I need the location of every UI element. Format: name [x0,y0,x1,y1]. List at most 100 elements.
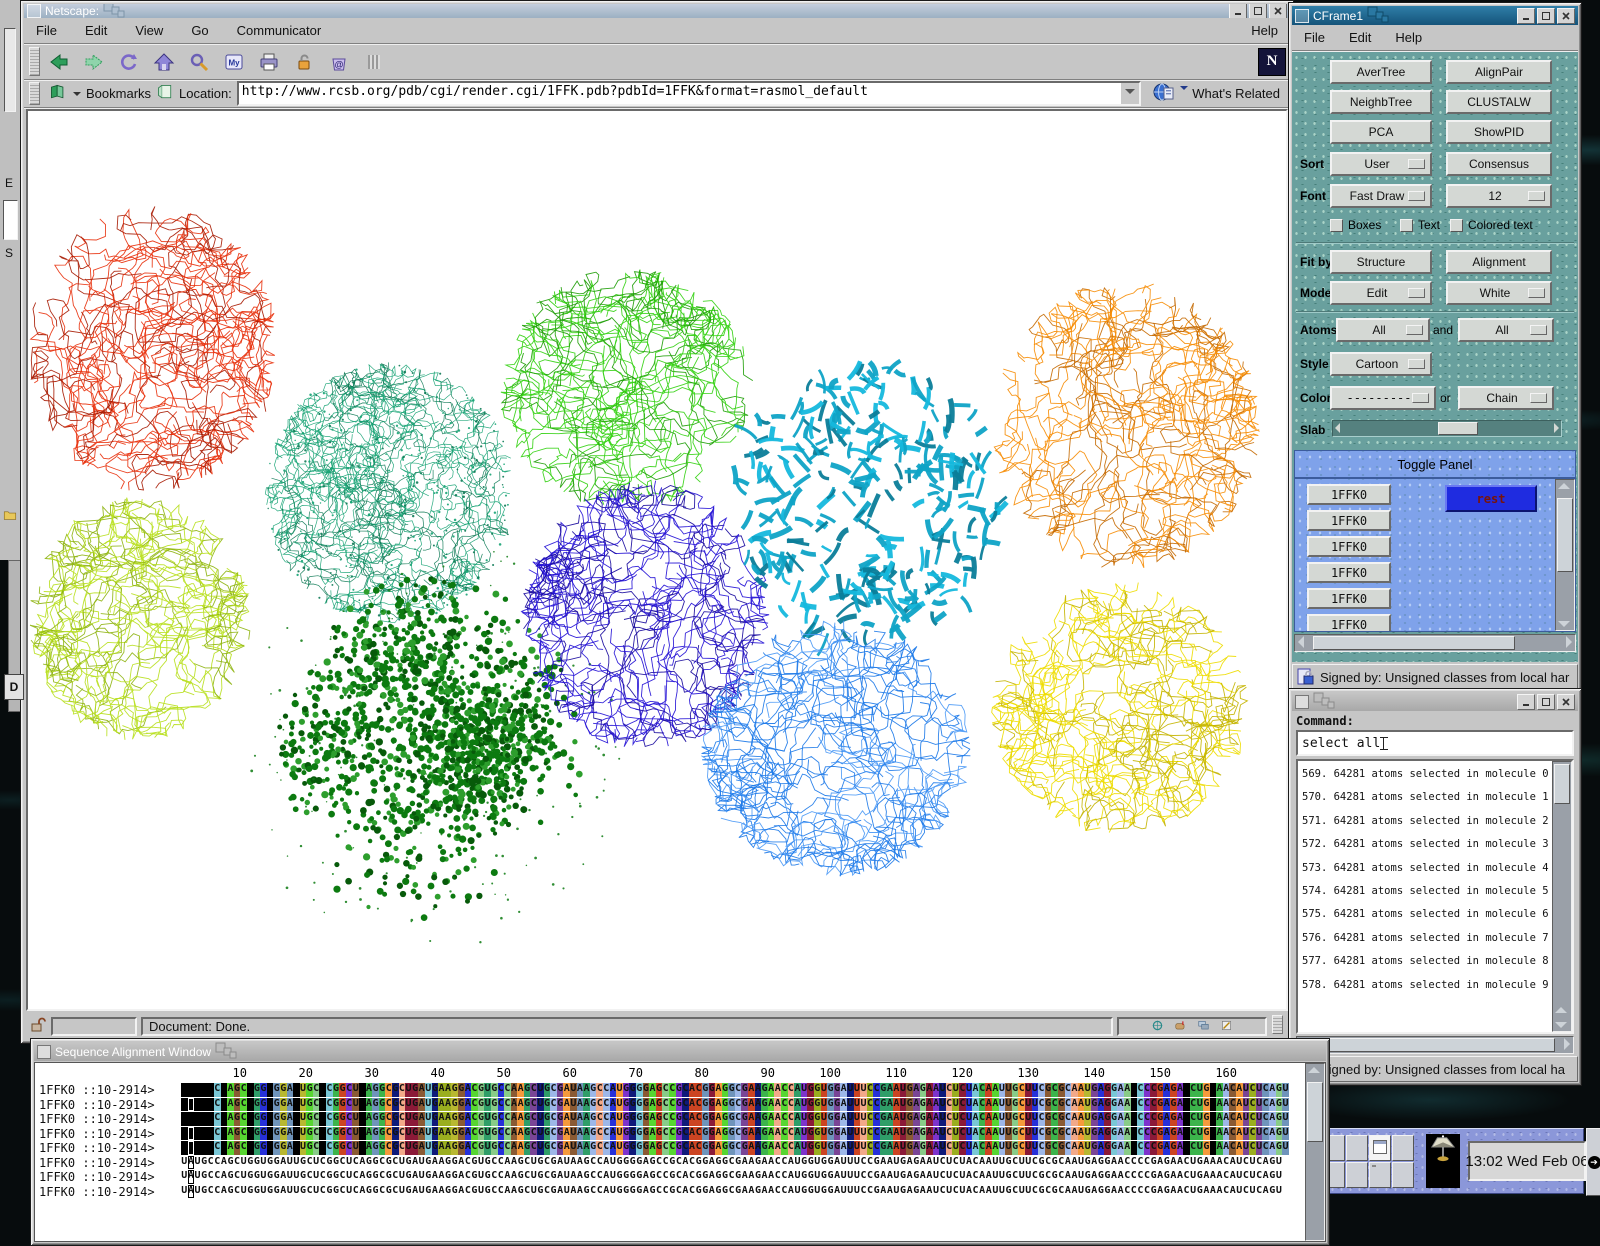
style-option-menu[interactable]: Cartoon [1330,352,1432,376]
location-bar-grip[interactable] [29,82,40,105]
scroll-left-arrow[interactable] [1298,636,1304,648]
pager-cell[interactable] [1369,1135,1391,1161]
scrollbar-thumb[interactable] [1313,636,1515,650]
alignpair-button[interactable]: AlignPair [1446,60,1552,84]
avertree-button[interactable]: AverTree [1330,60,1432,84]
toolbar-print-button[interactable] [253,47,285,77]
component-bar-grip[interactable] [1272,1015,1283,1034]
component-discussions-button[interactable] [1196,1019,1211,1035]
bookmarks-button[interactable]: Bookmarks [86,86,151,101]
menu-view[interactable]: View [133,21,165,40]
netscape-titlebar[interactable]: Netscape: [24,4,1290,18]
fontsize-option-menu[interactable]: 12 [1446,184,1552,208]
cframe-menu-edit[interactable]: Edit [1347,28,1373,47]
location-history-dropdown[interactable] [1121,83,1139,104]
colored-text-checkbox[interactable]: Colored text [1450,218,1533,232]
toolbar-stop-button[interactable] [358,47,390,77]
whats-related-button[interactable]: What's Related [1146,80,1286,107]
alignment-vertical-scrollbar[interactable] [1305,1063,1325,1241]
background-color-option-menu[interactable]: White [1446,281,1552,305]
menu-edit[interactable]: Edit [83,21,109,40]
clustalw-button[interactable]: CLUSTALW [1446,90,1552,114]
pager-cell[interactable] [1392,1135,1414,1161]
maximize-button[interactable] [1537,694,1555,710]
pager-cell[interactable] [1346,1162,1368,1188]
text-checkbox[interactable]: Text [1400,218,1440,232]
slab-slider[interactable] [1332,420,1562,437]
scrollbar-thumb[interactable] [1307,1082,1323,1142]
minimize-button[interactable] [1517,8,1535,24]
mode-option-menu[interactable]: Edit [1330,281,1432,305]
atoms-option-menu-2[interactable]: All [1458,318,1554,342]
sort-option-menu[interactable]: User [1330,152,1432,176]
scrollbar-thumb[interactable] [1315,1038,1555,1052]
maximize-button[interactable] [1537,8,1555,24]
pager-cell[interactable] [1392,1162,1414,1188]
lamp-applet[interactable] [1426,1134,1460,1188]
chain-option-menu[interactable]: Chain [1458,386,1554,410]
cframe-menu-file[interactable]: File [1302,28,1327,47]
command-vertical-scrollbar[interactable] [1552,761,1572,1032]
close-button[interactable] [1557,694,1575,710]
taskbar-expand-button[interactable]: ➔ [1586,1128,1600,1196]
scroll-up-arrow[interactable] [1555,1007,1567,1013]
pca-button[interactable]: PCA [1330,120,1432,144]
cframe-menu-help[interactable]: Help [1393,28,1424,47]
toolbar-reload-button[interactable] [113,47,145,77]
toggle-1ffk0-button[interactable]: 1FFK0 [1307,536,1391,557]
showpid-button[interactable]: ShowPID [1446,120,1552,144]
scroll-up-arrow[interactable] [1308,1067,1320,1073]
component-composer-button[interactable] [1219,1019,1234,1035]
boxes-checkbox[interactable]: Boxes [1330,218,1381,232]
toolbar-back-button[interactable] [43,47,75,77]
close-button[interactable] [1557,8,1575,24]
menu-communicator[interactable]: Communicator [235,21,324,40]
toolbar-security-button[interactable] [288,47,320,77]
pager-cell[interactable] [1369,1162,1391,1188]
scroll-up-arrow[interactable] [1558,483,1570,489]
minimize-button[interactable] [1517,694,1535,710]
toggle-panel-vertical-scrollbar[interactable] [1555,479,1575,631]
component-navigator-button[interactable] [1150,1019,1165,1035]
toolbar-search-button[interactable] [183,47,215,77]
netscape-throbber[interactable]: N [1258,48,1286,76]
scroll-down-arrow[interactable] [1558,621,1570,627]
minimize-button[interactable] [1229,4,1247,18]
toggle-panel-horizontal-scrollbar[interactable] [1294,634,1576,652]
neighbtree-button[interactable]: NeighbTree [1330,90,1432,114]
alignment-view[interactable]: 102030405060708090100110120130140150160 … [34,1062,1326,1242]
window-menu-icon[interactable] [1295,9,1309,23]
menu-go[interactable]: Go [189,21,210,40]
window-menu-icon[interactable] [37,1045,51,1059]
toggle-1ffk0-button[interactable]: 1FFK0 [1307,588,1391,609]
cframe1-titlebar[interactable]: CFrame1 [1292,6,1578,25]
slab-left-arrow[interactable] [1335,423,1340,433]
fit-structure-button[interactable]: Structure [1330,250,1432,274]
rest-toggle-button[interactable]: rest [1445,485,1537,512]
toggle-1ffk0-button[interactable]: 1FFK0 [1307,510,1391,531]
atoms-option-menu-1[interactable]: All [1336,318,1430,342]
component-mailbox-button[interactable] [1173,1019,1188,1035]
toolbar-forward-button[interactable] [78,47,110,77]
toggle-1ffk0-button[interactable]: 1FFK0 [1307,614,1391,631]
toolbar-grip[interactable] [29,47,40,76]
sequence-window-titlebar[interactable]: Sequence Alignment Window [34,1042,1326,1061]
command-horizontal-scrollbar[interactable] [1296,1036,1574,1054]
close-button[interactable] [1269,4,1287,18]
toolbar-shop-button[interactable]: @ [323,47,355,77]
command-input[interactable]: select all [1296,730,1574,756]
maximize-button[interactable] [1249,4,1267,18]
menu-file[interactable]: File [34,21,59,40]
window-menu-icon[interactable] [27,4,41,18]
menu-help[interactable]: Help [1249,21,1280,40]
desktop-icon-d[interactable]: D [4,674,24,700]
toolbar-home-button[interactable] [148,47,180,77]
scroll-right-arrow[interactable] [1564,1038,1570,1050]
scroll-right-arrow[interactable] [1566,636,1572,648]
window-menu-icon[interactable] [1295,695,1309,709]
scrollbar-thumb[interactable] [1557,498,1573,572]
toggle-1ffk0-button[interactable]: 1FFK0 [1307,484,1391,505]
location-input[interactable]: http://www.rcsb.org/pdb/cgi/render.cgi/1… [239,83,1121,104]
slab-right-arrow[interactable] [1554,423,1559,433]
pager-cell[interactable] [1346,1135,1368,1161]
